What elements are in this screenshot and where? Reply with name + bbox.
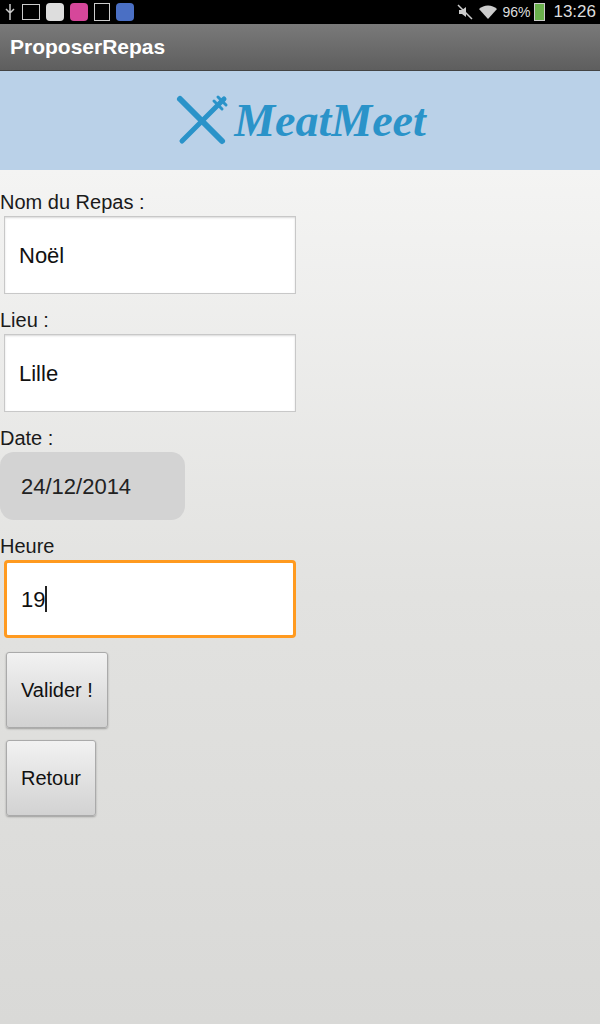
app: 96% 13:26 ProposerRepas MeatMeet Nom du Repa… xyxy=(0,0,600,1024)
battery-level: 96% xyxy=(502,2,530,23)
header: MeatMeet xyxy=(0,71,600,170)
mute-icon xyxy=(456,3,474,21)
action-button[interactable]: Retour xyxy=(6,740,96,816)
clock: 13:26 xyxy=(553,0,596,25)
field-label: Nom du Repas : xyxy=(0,190,600,214)
battery-icon xyxy=(534,3,545,21)
text-field[interactable]: 19 xyxy=(4,560,296,638)
date-button[interactable]: 24/12/2014 xyxy=(0,452,185,520)
usb-icon xyxy=(4,3,16,21)
download-icon xyxy=(94,3,110,21)
wifi-icon xyxy=(478,3,498,21)
field-label: Heure xyxy=(0,534,600,558)
logo-text: MeatMeet xyxy=(234,86,426,155)
status-bar: 96% 13:26 xyxy=(0,0,600,24)
text-cursor xyxy=(45,586,47,612)
app-icon xyxy=(116,3,134,21)
app-icon xyxy=(46,3,64,21)
window-title: ProposerRepas xyxy=(10,31,165,63)
form-row: Lieu :Lille xyxy=(0,308,600,412)
fork-knife-icon xyxy=(174,93,230,149)
title-bar: ProposerRepas xyxy=(0,24,600,71)
text-field[interactable]: Noël xyxy=(4,216,296,294)
form: Nom du Repas :Noël Lieu :Lille Date :24/12… xyxy=(0,170,600,1024)
form-row: Heure19 xyxy=(0,534,600,638)
text-field[interactable]: Lille xyxy=(4,334,296,412)
form-row: Nom du Repas :Noël xyxy=(0,190,600,294)
action-button[interactable]: Valider ! xyxy=(6,652,108,728)
app-icon xyxy=(70,3,88,21)
field-label: Date : xyxy=(0,426,600,450)
form-row: Date :24/12/2014 xyxy=(0,426,600,520)
gallery-icon xyxy=(22,4,40,20)
field-label: Lieu : xyxy=(0,308,600,332)
